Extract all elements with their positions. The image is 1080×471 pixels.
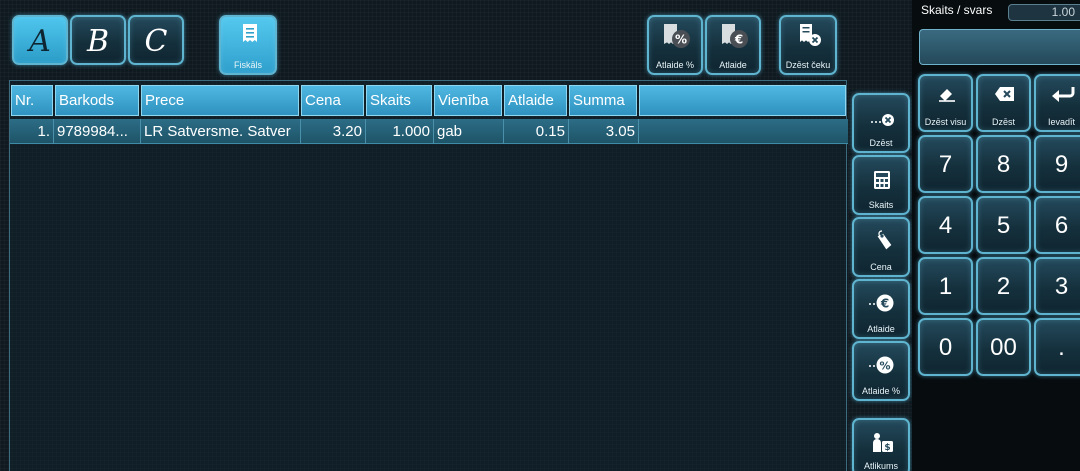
key-2[interactable]: 2 (976, 257, 1031, 315)
fiscal-button[interactable]: Fiskāls (219, 15, 277, 75)
key-5-label: 5 (996, 212, 1011, 239)
quantity-weight-value-text: 1.00 (1051, 5, 1075, 19)
line-discount-label: Atlaide (867, 324, 895, 334)
key-0[interactable]: 0 (918, 318, 973, 376)
tab-b-label: B (86, 24, 110, 59)
key-5[interactable]: 5 (976, 196, 1031, 254)
discount-amount-label: Atlaide (719, 60, 747, 70)
tab-c-label: C (144, 24, 168, 59)
key-6-label: 6 (1054, 212, 1069, 239)
cell-nr: 1. (10, 119, 54, 144)
col-sum[interactable]: Summa (569, 85, 637, 116)
cashier-icon: $ (873, 433, 893, 453)
cell-price: 3.20 (301, 119, 366, 144)
clear-all-button[interactable]: Dzēst visu (918, 74, 973, 132)
delete-receipt-label: Dzēst čeku (785, 60, 831, 70)
change-label: Atlikums (863, 461, 898, 471)
col-barcode[interactable]: Barkods (55, 85, 139, 116)
keypad-panel: Skaits / svars 1.00 Dzēst visu Dzēst Iev… (912, 0, 1080, 471)
enter-label: Ievadīt (1047, 117, 1076, 127)
tab-c[interactable]: C (128, 15, 184, 65)
euro-discount-icon: € (869, 294, 894, 312)
key-0-label: 0 (938, 334, 953, 361)
backspace-icon (995, 87, 1014, 101)
svg-text:$: $ (884, 443, 890, 453)
change-button[interactable]: $ Atlikums (852, 418, 910, 471)
table-row[interactable]: 1. 9789984... LR Satversme. Satver 3.20 … (10, 119, 848, 144)
delete-line-icon (871, 114, 894, 126)
discount-percent-button[interactable]: % Atlaide % (647, 15, 703, 75)
cell-item: LR Satversme. Satver (141, 119, 301, 144)
receipt-table: Nr. Barkods Prece Cena Skaits Vienība At… (9, 80, 848, 471)
tab-b[interactable]: B (70, 15, 126, 65)
col-filler (639, 85, 846, 116)
key-1[interactable]: 1 (918, 257, 973, 315)
key-7[interactable]: 7 (918, 135, 973, 193)
receipt-delete-icon (800, 24, 821, 46)
enter-icon (1052, 87, 1075, 102)
col-price[interactable]: Cena (301, 85, 364, 116)
delete-receipt-button[interactable]: Dzēst čeku (779, 15, 837, 75)
price-tag-icon (877, 230, 892, 250)
col-discount[interactable]: Atlaide (504, 85, 567, 116)
key-00-label: 00 (990, 334, 1017, 361)
tab-a-label: A (29, 24, 51, 59)
keypad-input[interactable] (919, 29, 1080, 65)
key-4-label: 4 (938, 212, 953, 239)
discount-amount-button[interactable]: € Atlaide (705, 15, 761, 75)
eraser-icon (939, 89, 955, 102)
key-3-label: 3 (1054, 273, 1069, 300)
quantity-weight-label: Skaits / svars (921, 3, 993, 17)
cell-barcode: 9789984... (54, 119, 141, 144)
svg-text:€: € (880, 297, 889, 311)
cell-sum: 3.05 (569, 119, 639, 144)
discount-percent-label: Atlaide % (655, 60, 695, 70)
receipt-euro-icon: € (722, 24, 748, 48)
key-6[interactable]: 6 (1034, 196, 1080, 254)
line-discount-percent-button[interactable]: % Atlaide % (852, 341, 910, 401)
key-00[interactable]: 00 (976, 318, 1031, 376)
quantity-label: Skaits (868, 200, 894, 210)
cell-quantity: 1.000 (366, 119, 434, 144)
delete-line-button[interactable]: Dzēst (852, 93, 910, 153)
line-discount-button[interactable]: € Atlaide (852, 279, 910, 339)
key-2-label: 2 (996, 273, 1011, 300)
col-quantity[interactable]: Skaits (366, 85, 432, 116)
calculator-icon (874, 171, 890, 189)
receipt-percent-icon: % (664, 24, 690, 48)
clear-all-label: Dzēst visu (924, 117, 967, 127)
key-9-label: 9 (1054, 151, 1069, 178)
key-7-label: 7 (938, 151, 953, 178)
svg-text:€: € (734, 33, 743, 47)
key-decimal[interactable]: . (1034, 318, 1080, 376)
price-label: Cena (870, 262, 892, 272)
key-1-label: 1 (938, 273, 953, 300)
key-8[interactable]: 8 (976, 135, 1031, 193)
key-3[interactable]: 3 (1034, 257, 1080, 315)
quantity-weight-value[interactable]: 1.00 (1008, 4, 1080, 21)
backspace-label: Dzēst (991, 117, 1015, 127)
backspace-button[interactable]: Dzēst (976, 74, 1031, 132)
svg-text:%: % (879, 360, 890, 373)
key-8-label: 8 (996, 151, 1011, 178)
percent-discount-icon: % (869, 356, 894, 374)
cell-discount: 0.15 (504, 119, 569, 144)
col-nr[interactable]: Nr. (11, 85, 53, 116)
tab-a[interactable]: A (12, 15, 68, 65)
key-9[interactable]: 9 (1034, 135, 1080, 193)
key-decimal-label: . (1058, 334, 1065, 361)
svg-text:%: % (675, 33, 687, 47)
col-unit[interactable]: Vienība (434, 85, 502, 116)
receipt-icon (243, 24, 257, 42)
line-discount-percent-label: Atlaide % (861, 386, 901, 396)
quantity-button[interactable]: Skaits (852, 155, 910, 215)
cell-unit: gab (434, 119, 504, 144)
table-header: Nr. Barkods Prece Cena Skaits Vienība At… (10, 85, 848, 116)
key-4[interactable]: 4 (918, 196, 973, 254)
price-button[interactable]: Cena (852, 217, 910, 277)
delete-line-label: Dzēst (869, 138, 893, 148)
enter-button[interactable]: Ievadīt (1034, 74, 1080, 132)
fiscal-label: Fiskāls (233, 60, 262, 70)
col-item[interactable]: Prece (141, 85, 299, 116)
